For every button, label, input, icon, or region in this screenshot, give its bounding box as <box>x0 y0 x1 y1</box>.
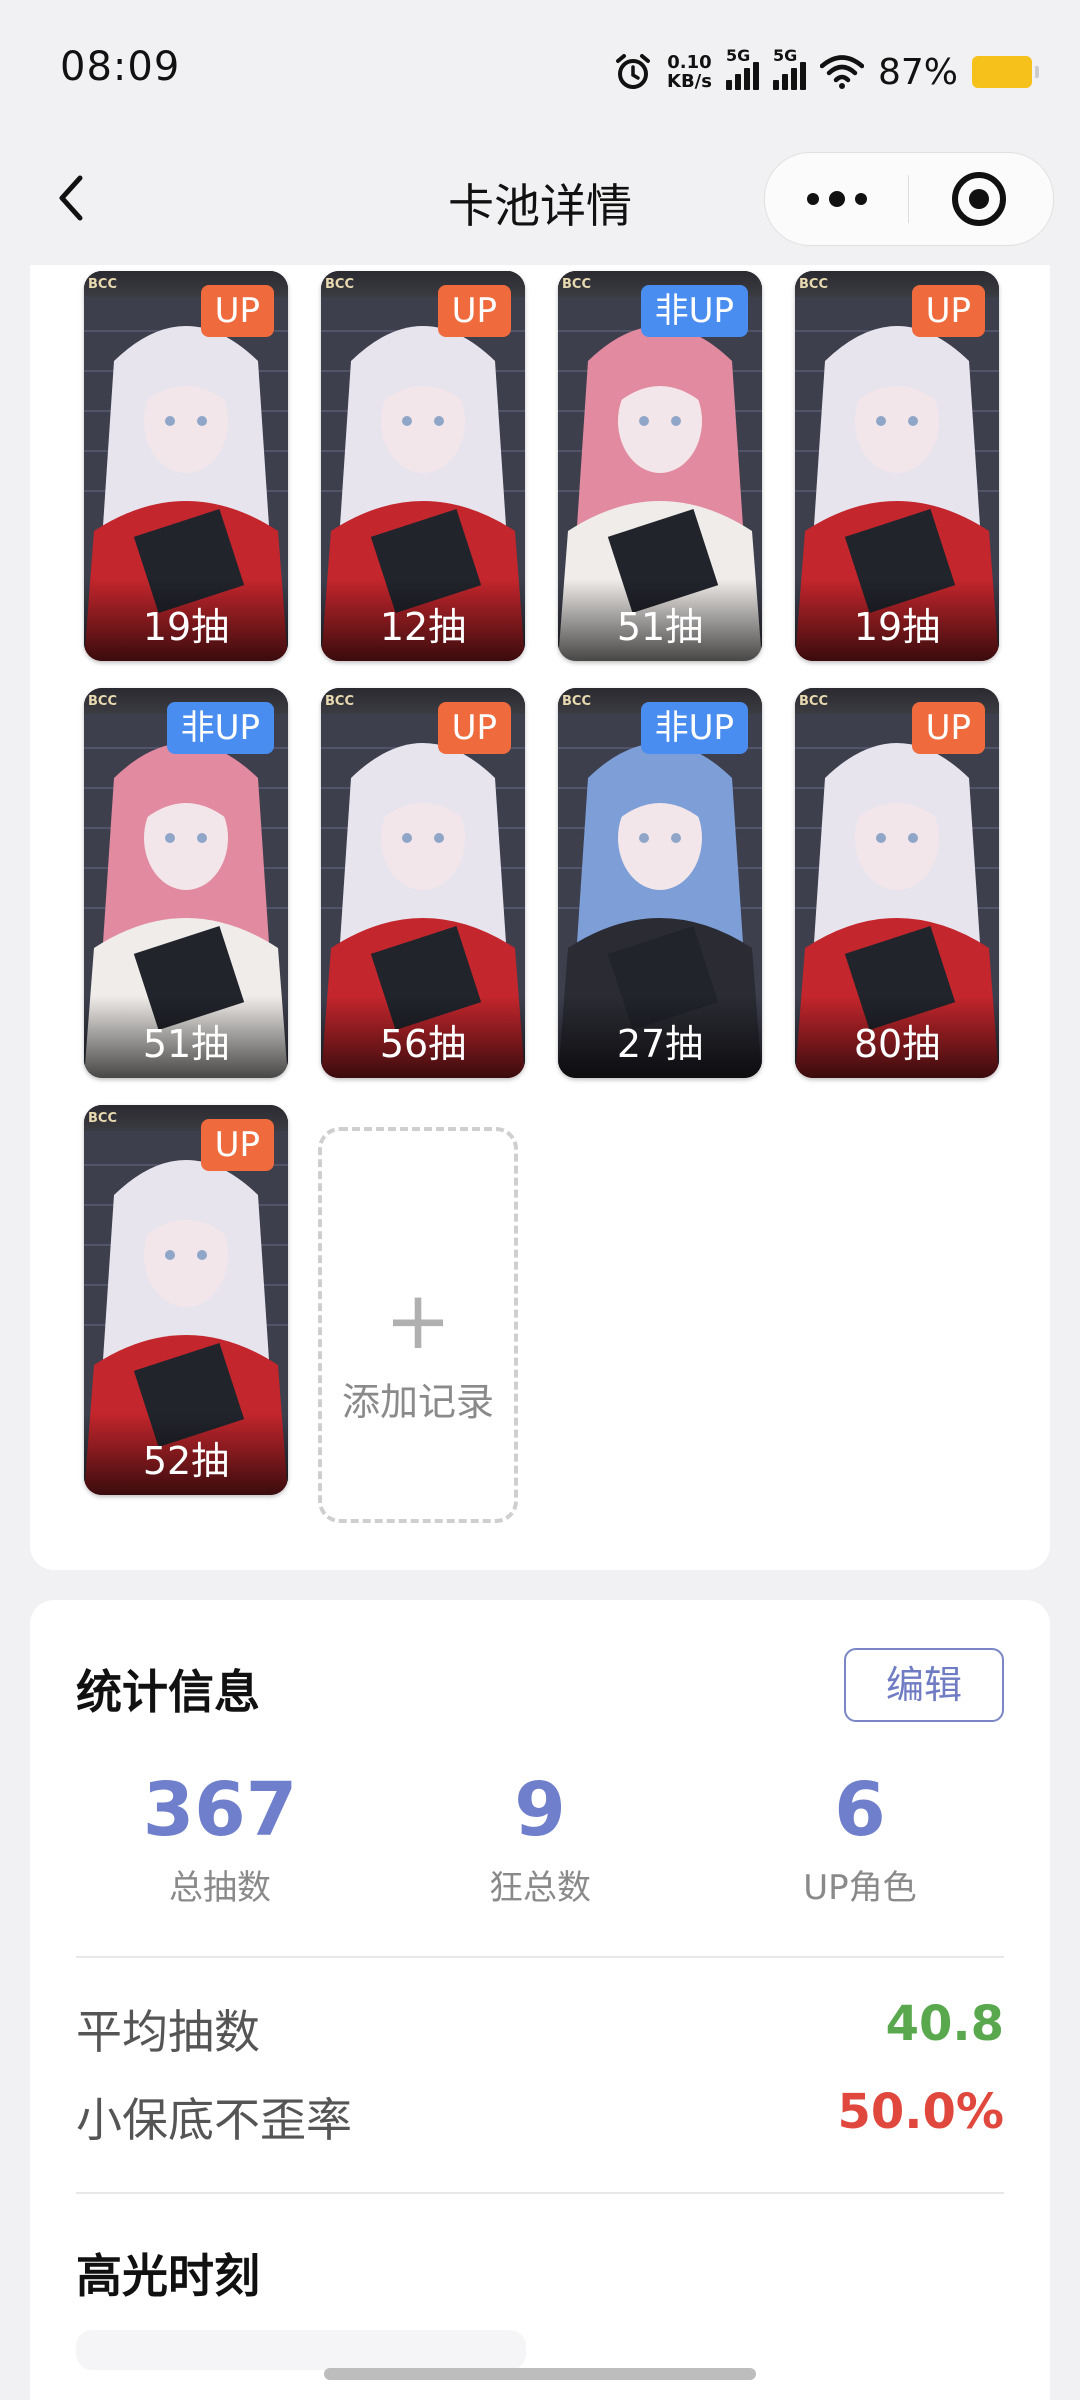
highlight-card[interactable] <box>76 2330 526 2370</box>
avg-pulls-label: 平均抽数 <box>76 2005 260 2059</box>
card-banner-text: BCC <box>88 277 117 292</box>
pull-count-label: 51抽 <box>84 996 288 1078</box>
card-banner-text: BCC <box>88 694 117 709</box>
more-dots-icon <box>807 191 867 207</box>
stat-total-crazy-value: 9 <box>514 1767 566 1853</box>
up-badge: UP <box>200 1119 274 1171</box>
more-button[interactable] <box>765 153 908 245</box>
network-speed-value: 0.10 <box>667 52 712 73</box>
home-indicator[interactable] <box>324 2368 756 2380</box>
no-lose-rate-value: 50.0% <box>837 2084 1004 2140</box>
stat-up-characters: 6 UP角色 <box>730 1770 990 1909</box>
non-up-badge: 非UP <box>640 285 748 337</box>
pull-record-card[interactable]: BCC UP 52抽 <box>84 1105 288 1495</box>
card-banner-text: BCC <box>562 694 591 709</box>
up-badge: UP <box>911 285 985 337</box>
battery-percent: 87% <box>877 51 958 93</box>
pull-record-card[interactable]: BCC UP 12抽 <box>321 271 525 661</box>
stat-up-characters-value: 6 <box>834 1767 886 1853</box>
no-lose-rate-label: 小保底不歪率 <box>76 2093 352 2147</box>
up-badge: UP <box>437 702 511 754</box>
pull-record-card[interactable]: BCC 非UP 51抽 <box>558 271 762 661</box>
signal-5g-label: 5G <box>772 46 798 65</box>
stat-total-pulls-label: 总抽数 <box>169 1868 271 1908</box>
card-banner-text: BCC <box>88 1111 117 1126</box>
up-badge: UP <box>437 285 511 337</box>
status-icons: 0.10 KB/s 5G 5G 87% <box>613 44 1039 100</box>
card-banner-text: BCC <box>325 694 354 709</box>
pull-record-card[interactable]: BCC UP 80抽 <box>795 688 999 1078</box>
card-banner-text: BCC <box>562 277 591 292</box>
up-badge: UP <box>200 285 274 337</box>
pull-count-label: 80抽 <box>795 996 999 1078</box>
pull-count-label: 19抽 <box>84 579 288 661</box>
network-speed-unit: KB/s <box>667 71 712 92</box>
divider <box>76 1956 1004 1958</box>
stat-total-pulls: 367 总抽数 <box>90 1770 350 1909</box>
stat-total-crazy-label: 狂总数 <box>489 1868 591 1908</box>
stats-title: 统计信息 <box>76 1665 260 1719</box>
pull-record-card[interactable]: BCC 非UP 27抽 <box>558 688 762 1078</box>
divider <box>76 2192 1004 2194</box>
edit-button[interactable]: 编辑 <box>844 1648 1004 1722</box>
non-up-badge: 非UP <box>640 702 748 754</box>
plus-icon: + <box>384 1274 452 1367</box>
stat-total-pulls-value: 367 <box>142 1767 298 1853</box>
pull-count-label: 12抽 <box>321 579 525 661</box>
pull-count-label: 27抽 <box>558 996 762 1078</box>
network-speed: 0.10 KB/s <box>667 53 712 91</box>
status-time: 08:09 <box>60 44 181 90</box>
wifi-icon <box>819 55 864 89</box>
stat-up-characters-label: UP角色 <box>803 1868 917 1908</box>
card-banner-text: BCC <box>799 277 828 292</box>
pull-count-label: 52抽 <box>84 1413 288 1495</box>
pull-record-card[interactable]: BCC UP 56抽 <box>321 688 525 1078</box>
up-badge: UP <box>911 702 985 754</box>
stats-panel: 统计信息 编辑 367 总抽数 9 狂总数 6 UP角色 平均抽数 40.8 小… <box>30 1600 1050 2400</box>
pull-count-label: 51抽 <box>558 579 762 661</box>
mini-program-capsule <box>764 152 1054 246</box>
battery-icon <box>972 56 1039 88</box>
avg-pulls-value: 40.8 <box>885 1996 1004 2052</box>
nav-bar: 卡池详情 <box>0 140 1080 260</box>
card-banner-text: BCC <box>325 277 354 292</box>
signal-5g-label: 5G <box>725 46 751 65</box>
pull-count-label: 56抽 <box>321 996 525 1078</box>
signal-icon: 5G <box>725 46 759 90</box>
close-miniprogram-button[interactable] <box>909 153 1053 245</box>
pull-record-card[interactable]: BCC 非UP 51抽 <box>84 688 288 1078</box>
highlight-title: 高光时刻 <box>76 2249 260 2303</box>
add-record-button[interactable]: + 添加记录 <box>318 1127 518 1523</box>
signal-icon: 5G <box>772 46 806 90</box>
add-record-label: 添加记录 <box>341 1380 494 1424</box>
status-bar: 08:09 0.10 KB/s 5G 5G 87% <box>0 0 1080 140</box>
pull-count-label: 19抽 <box>795 579 999 661</box>
non-up-badge: 非UP <box>166 702 274 754</box>
alarm-icon <box>616 54 651 89</box>
card-banner-text: BCC <box>799 694 828 709</box>
pull-record-card[interactable]: BCC UP 19抽 <box>84 271 288 661</box>
target-icon <box>952 172 1006 226</box>
pull-record-card[interactable]: BCC UP 19抽 <box>795 271 999 661</box>
stat-total-crazy: 9 狂总数 <box>410 1770 670 1909</box>
cards-panel: BCC UP 19抽 BCC UP 12抽 BCC 非UP 51抽 BCC UP… <box>30 265 1050 1570</box>
